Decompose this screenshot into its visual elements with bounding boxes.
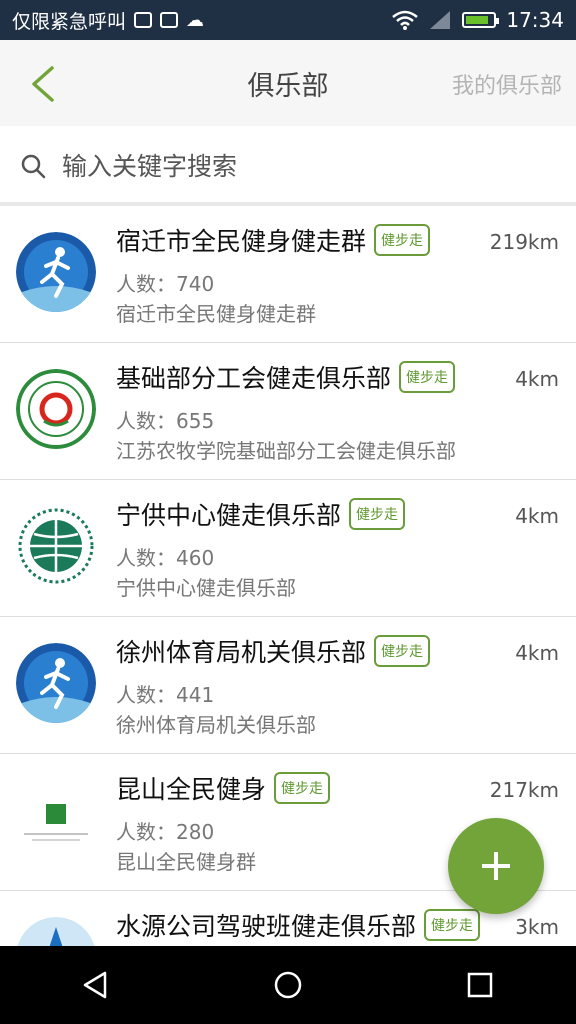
- tag-badge: 健步走: [374, 224, 431, 256]
- triangle-back-icon: [83, 971, 107, 999]
- tag-badge: 健步走: [274, 772, 331, 804]
- member-count: 人数：460: [116, 546, 215, 570]
- my-clubs-button[interactable]: 我的俱乐部: [452, 68, 562, 100]
- battery-icon: [462, 12, 500, 28]
- club-name: 昆山全民健身 健步走: [116, 770, 331, 807]
- square-recents-icon: [467, 972, 493, 998]
- image-icon: [160, 12, 179, 28]
- nav-recents-button[interactable]: [450, 955, 510, 1015]
- member-count: 人数：740: [116, 272, 215, 296]
- club-description: 江苏农牧学院基础部分工会健走俱乐部: [116, 439, 456, 463]
- club-name: 徐州体育局机关俱乐部 健步走: [116, 633, 431, 670]
- tag-badge: 健步走: [374, 635, 431, 667]
- system-nav-bar: [0, 946, 576, 1024]
- runner-logo-icon: [16, 232, 96, 312]
- member-count: 人数：280: [116, 820, 215, 844]
- signal-icon: [430, 11, 451, 29]
- nav-home-button[interactable]: [258, 955, 318, 1015]
- club-name: 基础部分工会健走俱乐部 健步走: [116, 359, 456, 396]
- notification-icon: [134, 12, 153, 28]
- tag-badge: 健步走: [399, 361, 456, 393]
- search-icon: [21, 154, 46, 179]
- club-description: 宿迁市全民健身健走群: [116, 302, 316, 326]
- club-name: 宿迁市全民健身健走群 健步走: [116, 222, 431, 259]
- search-bar: [0, 126, 576, 206]
- list-item[interactable]: 徐州体育局机关俱乐部 健步走 4km 人数：441 徐州体育局机关俱乐部: [0, 617, 576, 754]
- add-club-button[interactable]: [448, 818, 544, 914]
- distance: 4km: [515, 504, 559, 528]
- club-description: 徐州体育局机关俱乐部: [116, 713, 316, 737]
- search-input[interactable]: [62, 144, 552, 188]
- distance: 217km: [489, 778, 559, 802]
- carrier-text: 仅限紧急呼叫: [12, 10, 127, 33]
- status-bar: 仅限紧急呼叫 ☁ 17:34: [0, 0, 576, 40]
- member-count: 人数：655: [116, 409, 215, 433]
- member-count: 人数：441: [116, 683, 215, 707]
- distance: 219km: [489, 230, 559, 254]
- list-item[interactable]: 宿迁市全民健身健走群 健步走 219km 人数：740 宿迁市全民健身健走群: [0, 206, 576, 343]
- state-grid-logo-icon: [16, 506, 96, 586]
- club-name: 水源公司驾驶班健走俱乐部 健步走: [116, 907, 481, 944]
- distance: 4km: [515, 367, 559, 391]
- union-emblem-icon: [16, 369, 96, 449]
- water-logo-icon: [16, 917, 96, 946]
- status-time: 17:34: [506, 8, 564, 32]
- club-name: 宁供中心健走俱乐部 健步走: [116, 496, 406, 533]
- circle-home-icon: [274, 971, 302, 999]
- list-item[interactable]: 宁供中心健走俱乐部 健步走 4km 人数：460 宁供中心健走俱乐部: [0, 480, 576, 617]
- list-item[interactable]: 基础部分工会健走俱乐部 健步走 4km 人数：655 江苏农牧学院基础部分工会健走…: [0, 343, 576, 480]
- tag-badge: 健步走: [424, 909, 481, 941]
- small-logo-icon: [16, 780, 96, 860]
- distance: 4km: [515, 641, 559, 665]
- app-bar: 俱乐部 我的俱乐部: [0, 40, 576, 126]
- cloud-icon: ☁: [186, 9, 205, 31]
- nav-back-button[interactable]: [66, 955, 126, 1015]
- runner-logo-icon: [16, 643, 96, 723]
- tag-badge: 健步走: [349, 498, 406, 530]
- distance: 3km: [515, 915, 559, 939]
- wifi-icon: [392, 10, 419, 30]
- club-description: 昆山全民健身群: [116, 850, 256, 874]
- club-description: 宁供中心健走俱乐部: [116, 576, 296, 600]
